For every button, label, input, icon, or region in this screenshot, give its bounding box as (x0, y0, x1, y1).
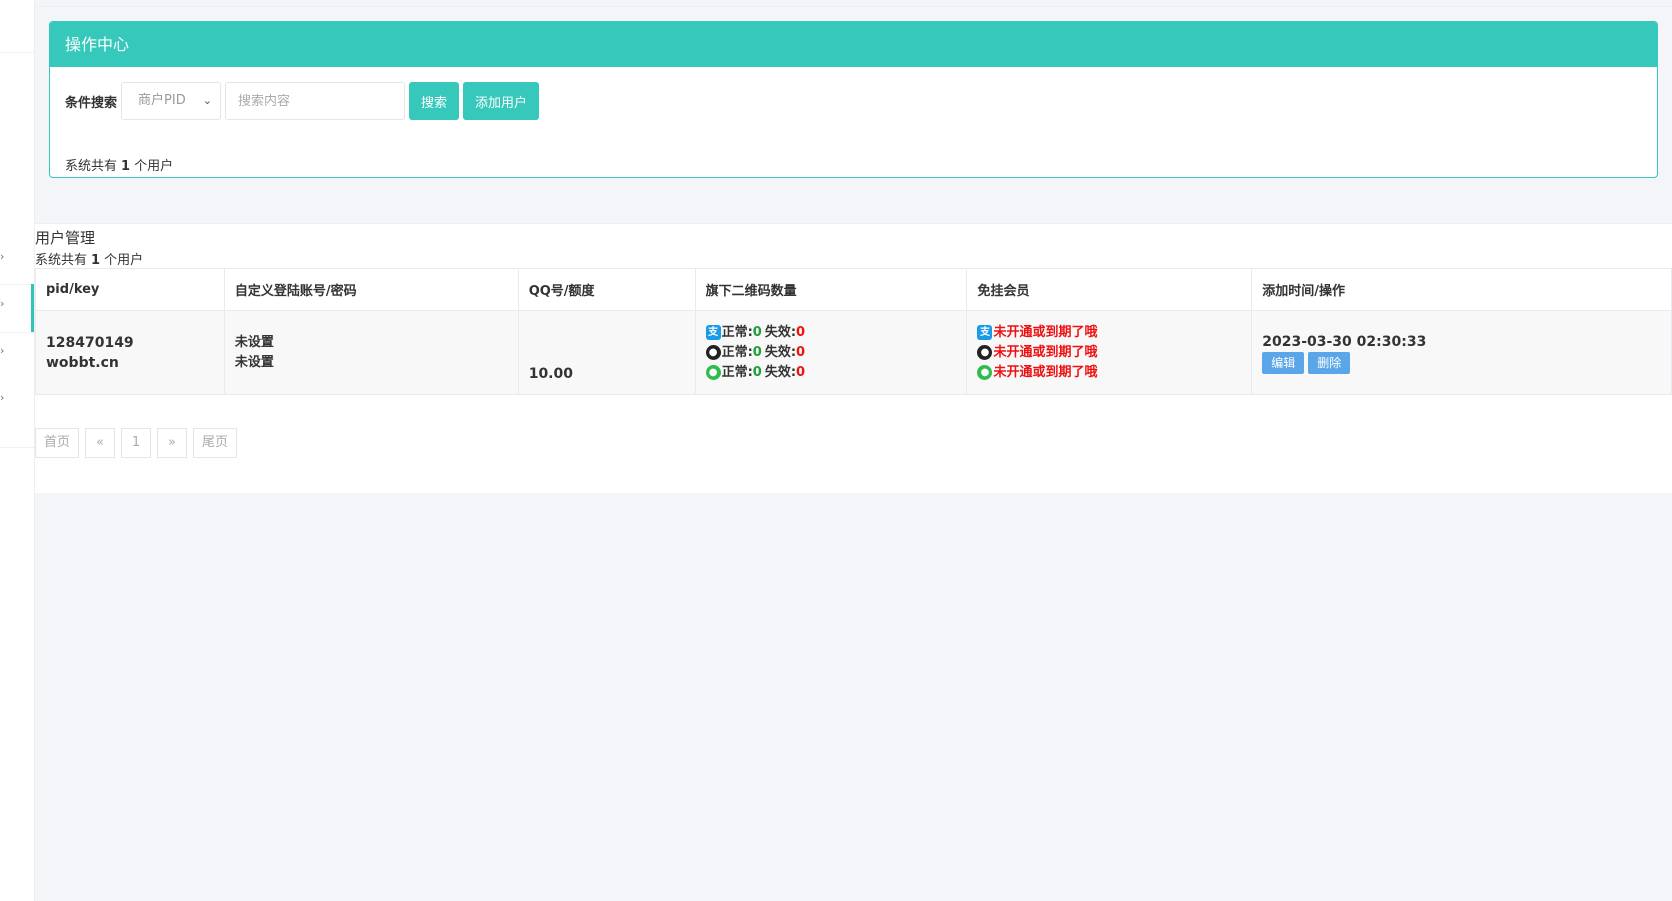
table-row: 128470149 wobbt.cn 未设置 未设置 10.00 支 正常: 0… (35, 310, 1672, 395)
search-field-select[interactable]: 商户PID ⌄ (121, 82, 222, 120)
member-status: 未开通或到期了哦 (993, 344, 1098, 360)
bad-label: 失效: (764, 324, 797, 340)
qrcode-line-wechat: ● 正常: 0 失效: 0 (705, 363, 967, 383)
quota-value: 10.00 (528, 366, 573, 382)
login-account: 未设置 (234, 334, 274, 350)
user-management-section: 用户管理 系统共有 1 个用户 pid/key 自定义登陆账号/密码 QQ号/额度 … (35, 223, 1672, 493)
chevron-right-icon[interactable]: › (0, 298, 10, 310)
delete-button[interactable]: 删除 (1308, 351, 1351, 374)
count-suffix: 个用户 (104, 253, 144, 268)
key-value: wobbt.cn (46, 354, 119, 371)
table-header-row: pid/key 自定义登陆账号/密码 QQ号/额度 旗下二维码数量 免挂会员 添… (35, 268, 1672, 311)
ok-count: 0 (752, 324, 762, 340)
next-page-button[interactable]: » (157, 428, 188, 458)
sidebar-active-indicator (31, 284, 34, 332)
member-status: 未开通或到期了哦 (993, 324, 1098, 340)
qrcode-line-alipay: 支 正常: 0 失效: 0 (705, 323, 967, 343)
search-label: 条件搜索 (65, 95, 118, 111)
column-header: 旗下二维码数量 (694, 268, 968, 311)
last-page-button[interactable]: 尾页 (193, 428, 238, 458)
count-prefix: 系统共有 (65, 159, 118, 174)
member-cell: 支 未开通或到期了哦 ● 未开通或到期了哦 ● 未开通或到期了哦 (966, 310, 1253, 395)
sidebar-divider (0, 332, 34, 333)
chevron-right-icon[interactable]: › (0, 345, 10, 357)
edit-button[interactable]: 编辑 (1262, 351, 1305, 374)
sidebar: › › › › (0, 0, 35, 901)
quota-cell: 10.00 (517, 310, 696, 395)
ok-label: 正常: (721, 364, 753, 380)
column-header: pid/key (35, 268, 225, 311)
chevron-right-icon[interactable]: › (0, 251, 10, 263)
sidebar-divider (0, 447, 34, 448)
search-input[interactable] (225, 82, 406, 120)
added-time: 2023-03-30 02:30:33 (1262, 333, 1427, 350)
top-divider (35, 6, 1672, 7)
count-prefix: 系统共有 (35, 253, 88, 268)
sidebar-divider (0, 284, 34, 285)
ok-label: 正常: (721, 324, 753, 340)
sidebar-divider (0, 52, 34, 53)
row-actions: 编辑 删除 (1262, 351, 1671, 374)
select-value: 商户PID (138, 93, 186, 108)
chevron-right-icon[interactable]: › (0, 392, 10, 404)
qq-icon: ● (705, 345, 721, 360)
count-suffix: 个用户 (134, 159, 174, 174)
user-count: 系统共有 1 个用户 (35, 249, 143, 268)
qrcode-line-qq: ● 正常: 0 失效: 0 (705, 343, 967, 363)
operation-center-panel: 操作中心 条件搜索 商户PID ⌄ 搜索 添加用户 系统共有1个用户 (49, 21, 1658, 178)
first-page-button[interactable]: 首页 (35, 428, 80, 458)
bad-count: 0 (796, 344, 806, 360)
column-header: 自定义登陆账号/密码 (223, 268, 519, 311)
member-line-wechat: ● 未开通或到期了哦 (977, 363, 1251, 383)
time-action-cell: 2023-03-30 02:30:33 编辑 删除 (1251, 310, 1672, 395)
column-header: 免挂会员 (966, 268, 1253, 311)
pid-value: 128470149 (46, 334, 134, 351)
panel-title: 操作中心 (50, 22, 1657, 67)
qrcode-count-cell: 支 正常: 0 失效: 0 ● 正常: 0 失效: 0 ● 正常: 0 失效: … (694, 310, 968, 395)
bad-count: 0 (796, 324, 806, 340)
ok-count: 0 (752, 364, 762, 380)
bad-label: 失效: (764, 344, 797, 360)
prev-page-button[interactable]: « (85, 428, 116, 458)
bad-label: 失效: (764, 364, 797, 380)
count-value: 1 (121, 159, 131, 174)
member-line-qq: ● 未开通或到期了哦 (977, 343, 1251, 363)
ok-label: 正常: (721, 344, 753, 360)
ok-count: 0 (752, 344, 762, 360)
member-status: 未开通或到期了哦 (993, 364, 1098, 380)
wechat-icon: ● (705, 365, 721, 380)
login-cell: 未设置 未设置 (223, 310, 519, 395)
count-value: 1 (91, 253, 101, 268)
user-table: pid/key 自定义登陆账号/密码 QQ号/额度 旗下二维码数量 免挂会员 添… (35, 268, 1672, 395)
search-row: 条件搜索 商户PID ⌄ 搜索 添加用户 (65, 82, 543, 120)
add-user-button[interactable]: 添加用户 (463, 82, 540, 120)
user-count: 系统共有 1 个用户 (65, 155, 173, 174)
login-password: 未设置 (234, 354, 274, 370)
section-title: 用户管理 (35, 229, 96, 247)
column-header: QQ号/额度 (517, 268, 696, 311)
page-number[interactable]: 1 (121, 428, 152, 458)
pid-key-cell: 128470149 wobbt.cn (35, 310, 225, 395)
chevron-down-icon: ⌄ (202, 94, 213, 107)
alipay-icon: 支 (705, 325, 721, 340)
search-button[interactable]: 搜索 (409, 82, 460, 120)
column-header: 添加时间/操作 (1251, 268, 1672, 311)
alipay-icon: 支 (977, 325, 993, 340)
bad-count: 0 (796, 364, 806, 380)
member-line-alipay: 支 未开通或到期了哦 (977, 323, 1251, 343)
wechat-icon: ● (977, 365, 993, 380)
pagination: 首页 « 1 » 尾页 (35, 428, 243, 458)
qq-icon: ● (977, 345, 993, 360)
